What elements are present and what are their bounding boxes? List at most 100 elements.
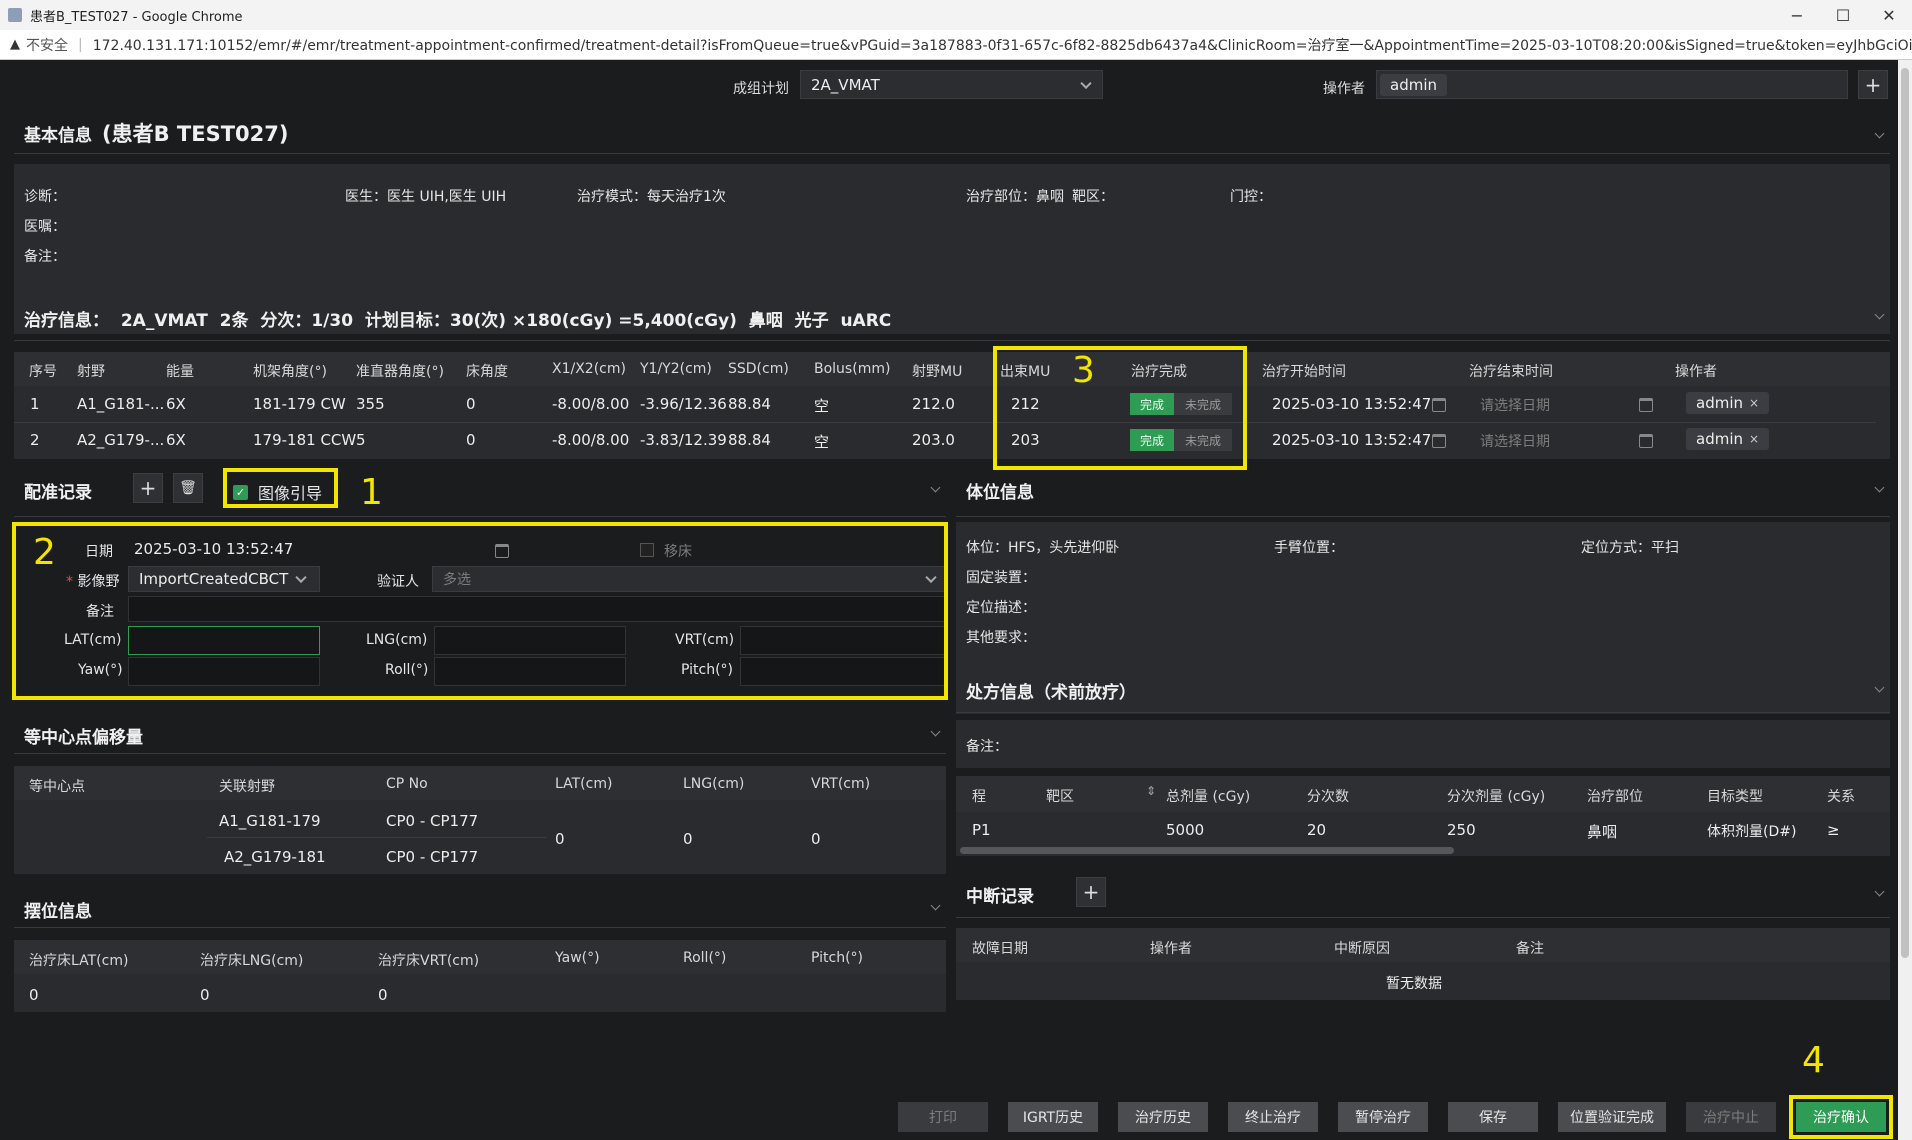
th-mu: 射野MU: [912, 364, 963, 380]
interrupt-table: 故障日期 操作者 中断原因 备注 暂无数据: [956, 928, 1890, 1000]
th-collimator: 准直器角度(°): [356, 364, 444, 380]
page-scrollbar[interactable]: [1898, 60, 1912, 1140]
trash-icon: 🗑: [179, 480, 197, 496]
collapse-registration-icon[interactable]: [930, 482, 941, 493]
start-time[interactable]: 2025-03-10 13:52:47: [1272, 431, 1431, 449]
print-button[interactable]: 打印: [898, 1102, 988, 1132]
collapse-isocenter-icon[interactable]: [930, 726, 941, 737]
basic-info-title: 基本信息: [24, 126, 92, 146]
collapse-basic-icon[interactable]: [1874, 128, 1885, 139]
site-label: 治疗部位：鼻咽: [966, 189, 1064, 205]
plan-label: 成组计划: [733, 81, 789, 97]
table-row[interactable]: 1 A1_G181-... 6X 181-179 CW 355 0 -8.00/…: [14, 386, 1890, 422]
isocenter-title: 等中心点偏移量: [24, 728, 143, 748]
table-row[interactable]: 2 A2_G179-... 6X 179-181 CCW 5 0 -8.00/8…: [14, 422, 1890, 458]
th-end: 治疗结束时间: [1469, 364, 1553, 380]
highlight-box-4: [1789, 1095, 1893, 1139]
patient-name: (患者B TEST027): [102, 122, 289, 146]
end-time-input[interactable]: 请选择日期: [1480, 431, 1550, 451]
iso-vrt: 0: [811, 830, 821, 848]
maximize-button[interactable]: ☐: [1820, 0, 1866, 30]
igrt-history-button[interactable]: IGRT历史: [1008, 1102, 1098, 1132]
th-energy: 能量: [166, 364, 194, 380]
position-verified-button[interactable]: 位置验证完成: [1558, 1102, 1666, 1132]
iso-field-2: A2_G179-181: [224, 848, 326, 866]
th-bolus: Bolus(mm): [814, 361, 891, 377]
insecure-label[interactable]: 不安全: [26, 35, 68, 55]
setup-title: 摆位信息: [24, 902, 92, 922]
operator-label: 操作者: [1323, 81, 1365, 97]
app-root: 成组计划 2A_VMAT 操作者 admin + 基本信息 (患者B TEST0…: [0, 60, 1898, 1140]
start-time[interactable]: 2025-03-10 13:52:47: [1272, 395, 1431, 413]
table-row[interactable]: P1 5000 20 250 鼻咽 体积剂量(D#) ≥: [956, 812, 1890, 846]
treatment-stop-button[interactable]: 治疗中止: [1686, 1102, 1776, 1132]
basic-info-header: 基本信息 (患者B TEST027): [24, 118, 288, 148]
highlight-box-3: [993, 346, 1247, 470]
operator-tag: admin: [1380, 73, 1447, 96]
highlight-box-1: [223, 468, 338, 508]
delete-registration-button[interactable]: 🗑: [173, 473, 203, 503]
treatment-summary: 治疗信息： 2A_VMAT 2条 分次：1/30 计划目标：30(次) ×180…: [24, 311, 892, 331]
operator-tag[interactable]: admin ×: [1686, 428, 1770, 450]
remove-tag-icon[interactable]: ×: [1749, 396, 1759, 410]
th-field: 射野: [77, 364, 105, 380]
sort-icon[interactable]: ⇕: [1146, 784, 1156, 798]
th-y: Y1/Y2(cm): [640, 361, 712, 377]
operator-tag[interactable]: admin ×: [1686, 392, 1770, 414]
add-interrupt-button[interactable]: +: [1076, 877, 1106, 907]
annotation-1: 1: [360, 472, 383, 513]
position-title: 体位信息: [966, 483, 1034, 503]
prescription-remark-panel: 备注：: [956, 720, 1890, 768]
horizontal-scrollbar[interactable]: [960, 847, 1454, 854]
collapse-position-icon[interactable]: [1874, 482, 1885, 493]
mode-label: 治疗模式：每天治疗1次: [577, 189, 726, 205]
url-text[interactable]: 172.40.131.171:10152/emr/#/emr/treatment…: [93, 35, 1912, 55]
th-x: X1/X2(cm): [552, 361, 626, 377]
add-registration-button[interactable]: +: [133, 473, 163, 503]
plan-select-value: 2A_VMAT: [811, 75, 880, 94]
iso-lng: 0: [683, 830, 693, 848]
end-time-input[interactable]: 请选择日期: [1480, 395, 1550, 415]
prescription-title: 处方信息（术前放疗）: [966, 683, 1136, 703]
registration-title: 配准记录: [24, 483, 92, 503]
remark-label: 备注：: [24, 249, 66, 265]
operator-select[interactable]: admin: [1376, 70, 1848, 99]
remove-tag-icon[interactable]: ×: [1749, 432, 1759, 446]
th-ssd: SSD(cm): [728, 361, 789, 377]
calendar-icon[interactable]: [1432, 434, 1446, 448]
address-bar[interactable]: ▲ 不安全 | 172.40.131.171:10152/emr/#/emr/t…: [0, 30, 1912, 60]
save-button[interactable]: 保存: [1448, 1102, 1538, 1132]
th-operator: 操作者: [1675, 364, 1717, 380]
collapse-interrupt-icon[interactable]: [1874, 886, 1885, 897]
target-label: 靶区：: [1072, 189, 1114, 205]
treatment-history-button[interactable]: 治疗历史: [1118, 1102, 1208, 1132]
annotation-3: 3: [1072, 350, 1095, 391]
iso-lat: 0: [555, 830, 565, 848]
close-button[interactable]: ✕: [1866, 0, 1912, 30]
warning-icon: ▲: [10, 37, 20, 52]
isocenter-table: 等中心点 关联射野 CP No LAT(cm) LNG(cm) VRT(cm) …: [14, 766, 946, 874]
empty-data-label: 暂无数据: [1386, 976, 1442, 992]
scrollbar-thumb[interactable]: [1901, 68, 1909, 958]
iso-field-1: A1_G181-179: [219, 812, 321, 830]
th-couch: 床角度: [466, 364, 508, 380]
diagnosis-label: 诊断：: [24, 189, 66, 205]
calendar-icon[interactable]: [1639, 434, 1653, 448]
iso-cp-2: CP0 - CP177: [386, 848, 479, 866]
th-no: 序号: [29, 364, 57, 380]
gating-label: 门控：: [1230, 189, 1272, 205]
pause-treatment-button[interactable]: 暂停治疗: [1338, 1102, 1428, 1132]
collapse-setup-icon[interactable]: [930, 900, 941, 911]
chevron-down-icon: [1080, 77, 1092, 89]
terminate-treatment-button[interactable]: 终止治疗: [1228, 1102, 1318, 1132]
annotation-4: 4: [1802, 1040, 1825, 1081]
calendar-icon[interactable]: [1639, 398, 1653, 412]
th-gantry: 机架角度(°): [253, 364, 327, 380]
setup-table: 治疗床LAT(cm) 治疗床LNG(cm) 治疗床VRT(cm) Yaw(°) …: [14, 940, 946, 1012]
minimize-button[interactable]: −: [1774, 0, 1820, 30]
plan-select[interactable]: 2A_VMAT: [800, 70, 1103, 99]
add-plan-button[interactable]: +: [1858, 70, 1888, 99]
calendar-icon[interactable]: [1432, 398, 1446, 412]
prescription-table: 程 靶区 ⇕ 总剂量 (cGy) 分次数 分次剂量 (cGy) 治疗部位 目标类…: [956, 776, 1890, 856]
browser-titlebar: 患者B_TEST027 - Google Chrome − ☐ ✕: [0, 0, 1912, 30]
